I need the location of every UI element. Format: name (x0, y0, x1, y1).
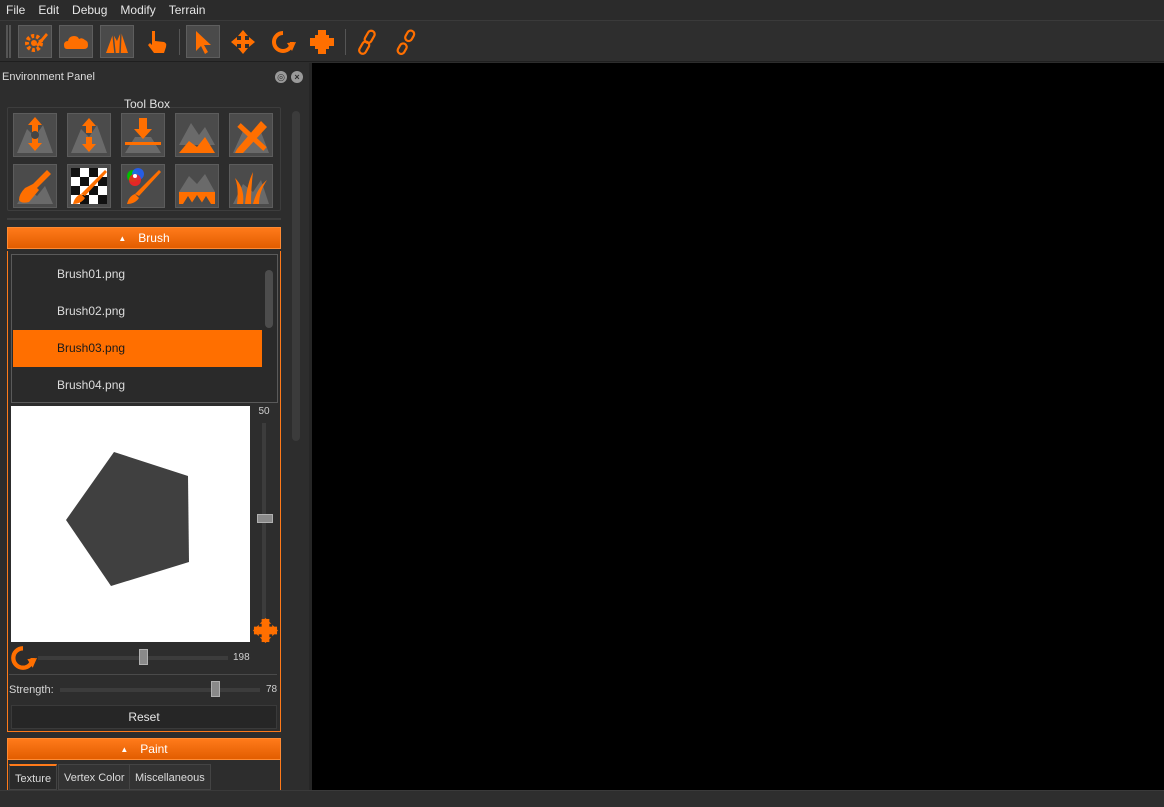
paint-header-label: Paint (140, 742, 168, 756)
tool-edit[interactable] (229, 113, 273, 157)
brush-list-item[interactable]: Brush04.png (13, 367, 262, 402)
paint-checker-icon (71, 168, 107, 204)
vertex-color-icon (127, 168, 161, 204)
link-icon (358, 29, 376, 55)
unlink-button[interactable] (389, 25, 423, 58)
unlink-icon (396, 28, 416, 55)
tool-vertex-color[interactable] (121, 164, 165, 208)
raise-lower-icon (17, 117, 53, 153)
scale-button[interactable] (305, 25, 339, 58)
brush-rotation-slider[interactable] (38, 656, 228, 660)
gear-pencil-button[interactable] (18, 25, 52, 58)
tool-terrain-holes[interactable] (175, 164, 219, 208)
select-arrow-icon (196, 30, 211, 54)
brush-shape-preview (66, 452, 189, 586)
brush-preview (11, 406, 250, 642)
tool-grass[interactable] (229, 164, 273, 208)
select-button[interactable] (186, 25, 220, 58)
brush-size-slider-thumb[interactable] (257, 514, 273, 523)
toolbox-label: Tool Box (123, 97, 171, 111)
brush-list-scrollbar[interactable] (265, 270, 273, 328)
slider-divider (9, 674, 277, 675)
panel-title: Environment Panel (2, 71, 95, 83)
brush-rotation-slider-thumb[interactable] (139, 649, 148, 665)
reset-button[interactable]: Reset (11, 705, 277, 729)
paint-section-header[interactable]: ▲ Paint (7, 738, 281, 760)
brush-list-item[interactable]: Brush01.png (13, 256, 262, 293)
move-button[interactable] (226, 25, 260, 58)
tool-paint-texture[interactable] (67, 164, 111, 208)
section-divider (7, 218, 281, 220)
hand-pointer-button[interactable] (140, 25, 174, 58)
tool-smooth[interactable] (67, 113, 111, 157)
move-arrows-icon[interactable] (253, 618, 278, 643)
toolbar-separator (345, 29, 346, 55)
menu-file[interactable]: File (0, 0, 32, 20)
tab-texture[interactable]: Texture (9, 764, 58, 790)
tab-vertex-color[interactable]: Vertex Color (58, 764, 131, 790)
toolbar-grip[interactable] (6, 25, 11, 58)
brush-list-item[interactable]: Brush02.png (13, 293, 262, 330)
brush-section-header[interactable]: ▲ Brush (7, 227, 281, 249)
scene-viewport[interactable] (312, 63, 1164, 790)
menu-modify[interactable]: Modify (114, 0, 162, 20)
menu-debug[interactable]: Debug (66, 0, 114, 20)
dig-shovel-icon (17, 170, 53, 204)
brush-list: Brush01.png Brush02.png Brush03.png Brus… (11, 254, 278, 403)
rotate-icon[interactable] (9, 644, 37, 672)
tool-dig[interactable] (13, 164, 57, 208)
strength-value: 78 (266, 684, 278, 695)
collapse-caret-icon: ▲ (120, 744, 129, 754)
brush-size-slider[interactable] (262, 423, 266, 623)
move-arrows-icon (231, 29, 255, 54)
terrain-icon (106, 31, 128, 53)
menu-bar: File Edit Debug Modify Terrain (0, 0, 1164, 20)
tool-raise-lower[interactable] (13, 113, 57, 157)
strength-slider[interactable] (60, 688, 260, 692)
gear-pencil-icon (25, 32, 48, 52)
hand-pointer-icon (148, 30, 167, 53)
brush-size-value: 50 (258, 406, 270, 417)
strength-label: Strength: (9, 684, 54, 696)
menu-edit[interactable]: Edit (32, 0, 66, 20)
flatten-icon (125, 118, 161, 153)
toolbar (0, 20, 1164, 62)
strength-slider-thumb[interactable] (211, 681, 220, 697)
brush-list-item-selected[interactable]: Brush03.png (13, 330, 262, 367)
panel-scrollbar[interactable] (292, 111, 300, 441)
terrain-holes-icon (179, 174, 215, 204)
toolbar-separator (179, 29, 180, 55)
environment-panel: Environment Panel ◎ × Tool Box ▲ Brush B… (0, 63, 309, 790)
cloud-button[interactable] (59, 25, 93, 58)
tab-miscellaneous[interactable]: Miscellaneous (129, 764, 211, 790)
smooth-icon (71, 118, 107, 153)
brush-header-label: Brush (138, 231, 170, 245)
status-bar (0, 790, 1164, 807)
menu-terrain[interactable]: Terrain (163, 0, 213, 20)
tool-flatten[interactable] (121, 113, 165, 157)
grass-icon (233, 172, 269, 204)
rotate-button[interactable] (266, 25, 300, 58)
tool-terrain[interactable] (175, 113, 219, 157)
rotate-icon (272, 30, 296, 53)
cloud-icon (64, 35, 88, 49)
collapse-caret-icon: ▲ (118, 233, 127, 243)
edit-pencil-icon (233, 121, 269, 153)
link-button[interactable] (350, 25, 384, 58)
float-panel-icon[interactable]: ◎ (275, 71, 287, 83)
brush-rotation-value: 198 (233, 652, 250, 663)
close-panel-icon[interactable]: × (291, 71, 303, 83)
scale-icon (310, 29, 334, 54)
terrain-icon (179, 123, 215, 153)
terrain-button[interactable] (100, 25, 134, 58)
